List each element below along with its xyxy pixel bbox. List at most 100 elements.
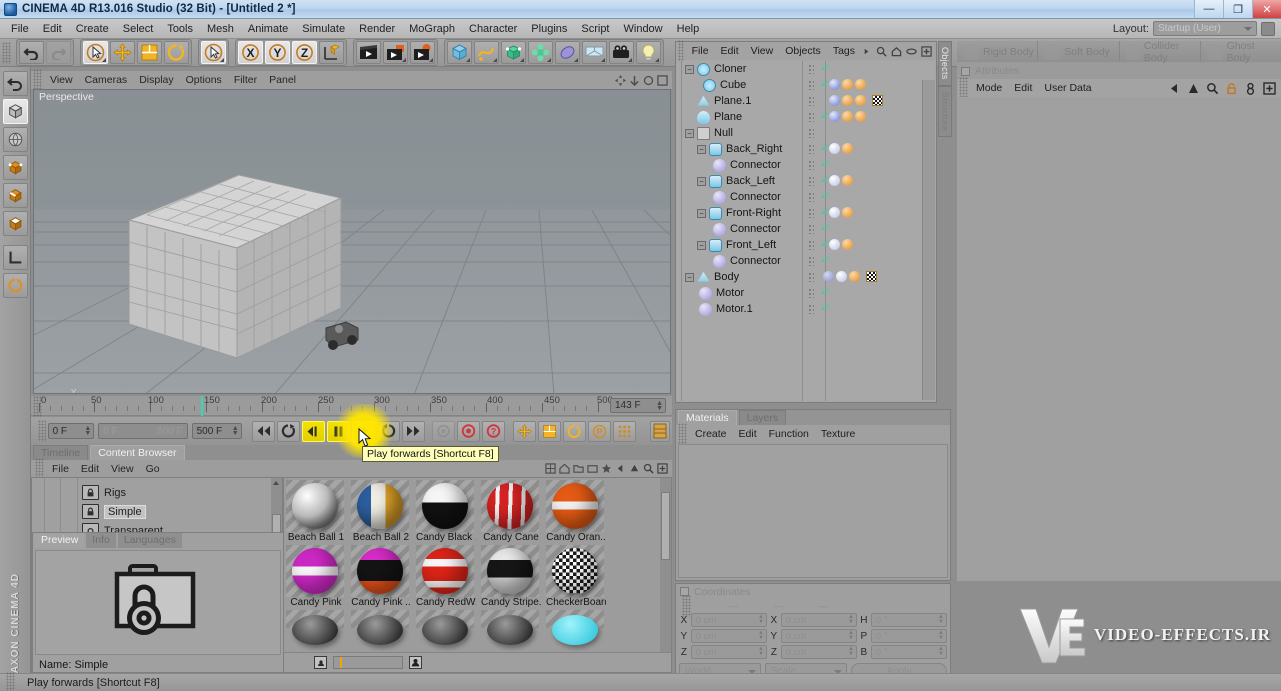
tag-group[interactable] (829, 79, 868, 90)
tree-item-rigs[interactable]: Rigs (32, 483, 282, 502)
enable-check-icon[interactable]: ✔ (820, 207, 828, 218)
tag-group[interactable] (829, 143, 855, 154)
object-row[interactable]: Connector ✔ (677, 189, 935, 205)
coord-field-rotation-h[interactable]: 0 ° ▲ ▼ (870, 613, 947, 627)
spinner-icon[interactable]: ▲ ▼ (938, 646, 944, 657)
object-row[interactable]: − Back_Left ✔ (677, 173, 935, 189)
menu-simulate[interactable]: Simulate (295, 21, 352, 37)
zoom-icon[interactable] (629, 75, 640, 86)
enable-check-icon[interactable]: ✔ (820, 79, 828, 90)
object-row[interactable]: − Null (677, 125, 935, 141)
material-item[interactable]: Candy Pink (286, 545, 348, 608)
tag-group[interactable] (829, 111, 868, 122)
material-item[interactable]: Beach Ball 2 (351, 480, 413, 543)
viewport-menu-filter[interactable]: Filter (228, 73, 263, 87)
rotate-button[interactable] (164, 41, 189, 64)
animation-layout-button[interactable] (650, 420, 670, 442)
rotation-key-button[interactable] (563, 420, 587, 442)
tab-preview[interactable]: Preview (35, 533, 85, 548)
object-row[interactable]: − Cloner ✔ (677, 61, 935, 77)
visibility-dots[interactable] (808, 192, 814, 202)
small-thumbnail-icon[interactable] (314, 656, 327, 669)
playhead[interactable] (201, 396, 203, 416)
enable-check-icon[interactable]: ✔ (820, 143, 828, 154)
material-item[interactable]: Candy Oran.. (546, 480, 608, 543)
maximize-button[interactable]: ❐ (1223, 0, 1252, 18)
expand-toggle[interactable]: − (697, 144, 706, 154)
visibility-dots[interactable] (808, 144, 814, 154)
layout-dropdown[interactable]: Startup (User) (1153, 21, 1257, 36)
object-row[interactable]: Connector ✔ (677, 253, 935, 269)
enable-check-icon[interactable]: ✔ (820, 303, 828, 314)
coord-field-size-z[interactable]: 0 cm ▲ ▼ (780, 645, 857, 659)
menu-tools[interactable]: Tools (160, 21, 200, 37)
frame-spinner-icon[interactable]: ▲ ▼ (656, 400, 663, 412)
render-region-button[interactable] (383, 41, 408, 64)
point-mode-button[interactable] (2, 155, 28, 180)
material-item[interactable] (286, 610, 348, 645)
attributes-grip[interactable] (959, 77, 968, 99)
favorite-icon[interactable] (601, 463, 612, 474)
add-spline-button[interactable] (474, 41, 499, 64)
material-grid-scrollbar[interactable] (660, 478, 671, 672)
spinner-icon[interactable]: ▲ ▼ (848, 614, 854, 625)
material-tag-icon[interactable] (849, 271, 860, 282)
parameter-key-button[interactable]: P (588, 420, 612, 442)
maximize-view-icon[interactable] (657, 74, 668, 86)
material-item[interactable]: Candy Cane (481, 480, 543, 543)
link-icon[interactable] (1244, 82, 1257, 95)
materials-menu-function[interactable]: Function (763, 427, 815, 441)
loop-button[interactable] (276, 420, 300, 442)
visibility-dots[interactable] (808, 304, 814, 314)
viewport-menu-options[interactable]: Options (180, 73, 228, 87)
om-menu-view[interactable]: View (745, 44, 780, 58)
material-item[interactable]: Beach Ball 1 (286, 480, 348, 543)
perspective-viewport[interactable]: Y X Z (33, 89, 671, 394)
visibility-dots[interactable] (808, 288, 814, 298)
attributes-content-area[interactable] (957, 97, 1281, 581)
dynamics-tag-icon[interactable] (829, 95, 840, 106)
menu-window[interactable]: Window (617, 21, 670, 37)
menu-help[interactable]: Help (670, 21, 707, 37)
object-row[interactable]: Plane.1 (677, 93, 935, 109)
search-icon[interactable] (1206, 82, 1219, 95)
expand-toggle[interactable]: − (697, 208, 706, 218)
tag-group[interactable] (829, 175, 855, 186)
material-item[interactable]: CheckerBoard (546, 545, 608, 608)
up-arrow-icon[interactable] (1187, 82, 1200, 95)
material-tag-icon[interactable] (855, 95, 866, 106)
world-coordinates-button[interactable] (319, 41, 344, 64)
status-grip[interactable] (6, 671, 15, 691)
material-tag-icon[interactable] (842, 207, 853, 218)
add-icon[interactable] (657, 463, 668, 474)
texture-tag-icon[interactable] (872, 95, 883, 106)
cb-menu-edit[interactable]: Edit (75, 462, 105, 476)
menu-edit[interactable]: Edit (36, 21, 69, 37)
material-tag-icon[interactable] (842, 111, 853, 122)
new-folder-icon[interactable] (587, 463, 598, 474)
material-tag-icon[interactable] (842, 79, 853, 90)
more-arrow-icon[interactable] (861, 46, 872, 57)
visibility-dots[interactable] (808, 128, 814, 138)
home-icon[interactable] (559, 463, 570, 474)
rotate-view-icon[interactable] (643, 75, 654, 86)
spinner-icon[interactable]: ▲ ▼ (848, 630, 854, 641)
spinner-icon[interactable]: ▲ ▼ (758, 630, 764, 641)
add-icon[interactable] (1263, 81, 1276, 95)
menu-script[interactable]: Script (574, 21, 616, 37)
coord-field-size-y[interactable]: 0 cm ▲ ▼ (780, 629, 857, 643)
play-backwards-button[interactable] (301, 420, 325, 442)
materials-menu-create[interactable]: Create (689, 427, 733, 441)
om-menu-tags[interactable]: Tags (827, 44, 861, 58)
material-item[interactable] (416, 610, 478, 645)
soft-body-button[interactable]: Soft Body (1038, 41, 1120, 62)
go-to-start-button[interactable] (251, 420, 275, 442)
ghost-body-button[interactable]: Ghost Body (1201, 40, 1281, 64)
attr-menu-user-data[interactable]: User Data (1038, 81, 1097, 95)
vtab-structure[interactable]: Structure (938, 85, 952, 137)
timeline-ruler[interactable]: 0 50 100 150 200 250 300 350 400 450 500 (31, 395, 672, 418)
object-manager-list[interactable]: − Cloner ✔ Cube ✔ Plane.1 Plane ✔ − Null… (677, 61, 935, 401)
material-scrollbar-thumb[interactable] (661, 492, 670, 560)
material-item[interactable] (546, 610, 608, 645)
enable-check-icon[interactable]: ✔ (820, 191, 828, 202)
